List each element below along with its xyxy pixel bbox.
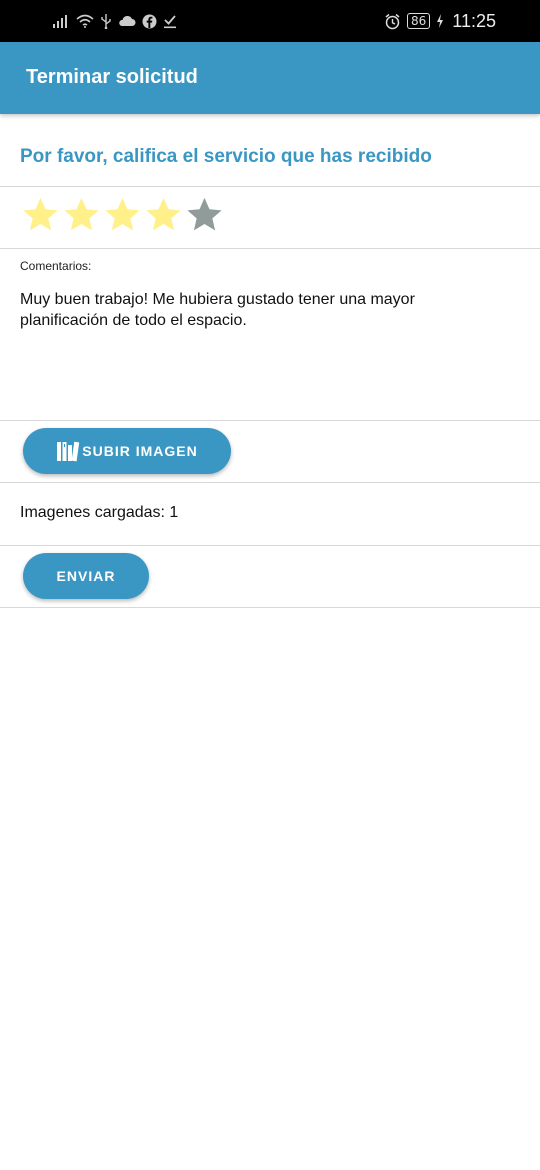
status-bar-right: 86 11:25 [384, 10, 496, 32]
star-filled-icon[interactable] [61, 194, 102, 236]
clock: 11:25 [452, 10, 496, 31]
page-title: Terminar solicitud [26, 66, 198, 88]
uploaded-count: Imagenes cargadas: 1 [20, 504, 179, 521]
star-filled-icon[interactable] [102, 194, 143, 236]
battery-icon: 86 [407, 13, 431, 29]
send-button[interactable]: ENVIAR [23, 553, 149, 599]
cloud-icon [118, 15, 136, 27]
download-done-icon [163, 14, 177, 29]
upload-image-label: SUBIR IMAGEN [82, 443, 198, 459]
upload-image-button[interactable]: SUBIR IMAGEN [23, 428, 231, 474]
send-button-label: ENVIAR [56, 568, 116, 584]
divider [0, 545, 540, 546]
star-empty-icon[interactable] [184, 194, 225, 236]
divider [0, 482, 540, 483]
star-filled-icon[interactable] [143, 194, 184, 236]
image-library-icon [56, 440, 80, 462]
usb-icon [100, 13, 112, 29]
rating-prompt: Por favor, califica el servicio que has … [20, 146, 432, 167]
divider [0, 607, 540, 608]
divider [0, 186, 540, 187]
signal-icon [52, 14, 70, 28]
star-rating[interactable] [20, 194, 225, 238]
divider [0, 248, 540, 249]
status-bar-left [52, 10, 177, 32]
star-filled-icon[interactable] [20, 194, 61, 236]
alarm-icon [384, 13, 401, 30]
charging-icon [436, 14, 444, 28]
facebook-icon [142, 14, 157, 29]
comments-field[interactable]: Muy buen trabajo! Me hubiera gustado ten… [20, 289, 500, 331]
status-bar: 86 11:25 [0, 0, 540, 42]
divider [0, 420, 540, 421]
wifi-icon [76, 14, 94, 28]
comments-label: Comentarios: [20, 259, 92, 273]
app-bar: Terminar solicitud [0, 42, 540, 114]
